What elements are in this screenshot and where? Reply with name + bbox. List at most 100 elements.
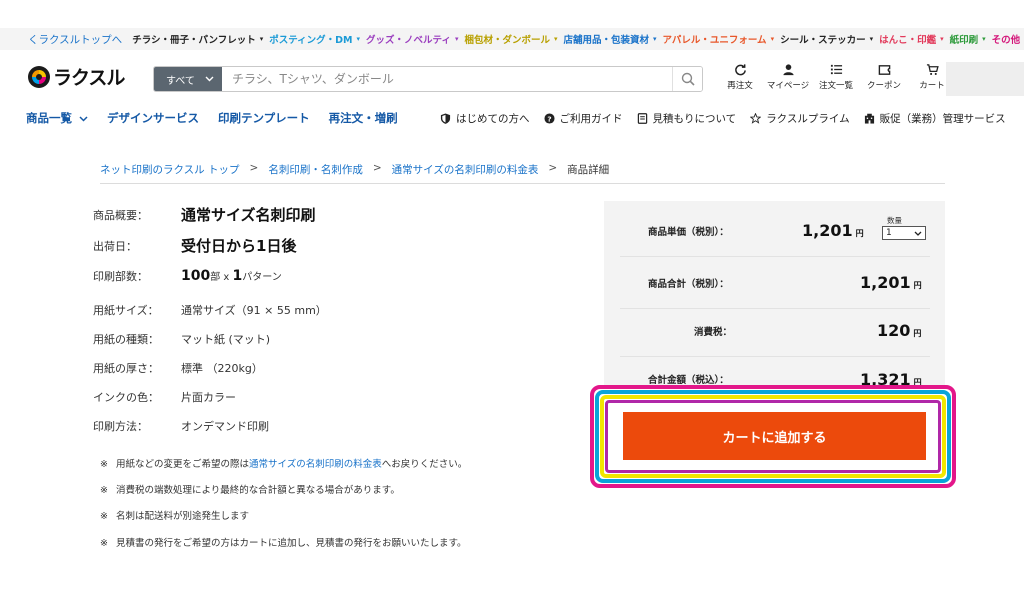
detail-label: インクの色：: [93, 391, 159, 404]
nav-design-service[interactable]: デザインサービス: [107, 110, 199, 126]
nav-business-label: 販促（業務）管理サービス: [879, 112, 1006, 125]
chevron-down-icon: ▾: [869, 35, 874, 43]
category-link[interactable]: 店舗用品・包装資材: [564, 32, 650, 46]
nav-secondary: はじめての方へ ? ご利用ガイド 見積もりについて ラクスルプライム 販促（業務…: [440, 111, 1020, 126]
breadcrumb-top[interactable]: ネット印刷のラクスル トップ: [100, 162, 240, 177]
note-text: へお戻りください。: [381, 459, 468, 470]
detail-row-size: 用紙サイズ： 通常サイズ（91 × 55 mm）: [93, 302, 327, 318]
category-link[interactable]: アパレル・ユニフォーム: [663, 32, 767, 46]
list-icon: [830, 64, 842, 75]
main-nav: 商品一覧 デザインサービス 印刷テンプレート 再注文・増刷 はじめての方へ ? …: [0, 107, 1024, 129]
breadcrumb-separator: >: [372, 162, 382, 174]
quantity-group: 数量 1: [882, 215, 926, 240]
reorder-button[interactable]: 再注文: [716, 63, 764, 91]
back-to-top-link[interactable]: くラクスルトップへ: [28, 32, 122, 47]
note-mark: ※: [100, 459, 108, 470]
copies-value: 100部 x 1パターン: [181, 268, 282, 284]
nav-first-time[interactable]: はじめての方へ: [440, 111, 530, 126]
order-list-label: 注文一覧: [818, 81, 853, 91]
yen-unit: 円: [913, 281, 922, 290]
detail-row-paper-type: 用紙の種類： マット紙 (マット): [93, 331, 270, 347]
search-icon: [681, 72, 695, 86]
nav-print-template[interactable]: 印刷テンプレート: [218, 110, 310, 126]
chevron-down-icon: ▾: [454, 35, 459, 43]
unit-price-number: 1,201: [802, 221, 853, 240]
breadcrumb-price-table[interactable]: 通常サイズの名刺印刷の料金表: [392, 162, 539, 177]
logo-mark-icon: [28, 65, 50, 88]
breadcrumb-separator: >: [548, 162, 558, 174]
order-list-button[interactable]: 注文一覧: [812, 63, 860, 91]
category-link[interactable]: 梱包材・ダンボール: [464, 32, 550, 46]
detail-row-copies: 印刷部数： 100部 x 1パターン: [93, 268, 282, 284]
nav-guide[interactable]: ? ご利用ガイド: [543, 111, 623, 126]
category-link[interactable]: ポスティング・DM: [269, 32, 352, 46]
detail-row-thickness: 用紙の厚さ： 標準 （220kg）: [93, 360, 263, 376]
category-link[interactable]: グッズ・ノベルティ: [366, 32, 451, 46]
detail-row-overview: 商品概要： 通常サイズ名刺印刷: [93, 204, 316, 225]
category-link[interactable]: その他: [992, 32, 1021, 46]
detail-label: 用紙サイズ：: [93, 304, 159, 317]
total-label: 合計金額（税込）：: [648, 375, 729, 386]
document-icon: [637, 112, 647, 124]
search-input[interactable]: [222, 67, 672, 91]
logo[interactable]: ラクスル: [28, 63, 125, 90]
detail-label: 印刷方法：: [93, 420, 148, 433]
nav-products[interactable]: 商品一覧: [26, 110, 88, 126]
site-header: ラクスル すべて 再注文 マイページ 注文一覧 クーポン カー: [0, 56, 1024, 100]
header-actions: 再注文 マイページ 注文一覧 クーポン カート: [716, 63, 956, 91]
nav-business[interactable]: 販促（業務）管理サービス: [864, 111, 1006, 126]
tax-value: 120 円: [877, 321, 921, 340]
category-link[interactable]: チラシ・冊子・パンフレット: [132, 32, 256, 46]
chevron-down-icon: ▾: [553, 35, 558, 43]
search-button[interactable]: [672, 67, 702, 91]
category-bar: くラクスルトップへ チラシ・冊子・パンフレット ▾ ポスティング・DM ▾ グッズ・ノベ…: [0, 28, 1024, 50]
note-item: ※ 見積書の発行をご希望の方はカートに追加し、見積書の発行をお願いいたします。: [100, 535, 467, 549]
quantity-select[interactable]: 1: [882, 226, 926, 240]
category-link[interactable]: シール・ステッカー: [780, 32, 866, 46]
category-link[interactable]: はんこ・印鑑: [879, 32, 936, 46]
mypage-button[interactable]: マイページ: [764, 63, 812, 91]
star-icon: [750, 112, 762, 124]
detail-label: 商品概要：: [93, 208, 148, 222]
price-row-tax: 消費税： 120 円: [620, 305, 930, 357]
pattern-unit: パターン: [242, 272, 282, 283]
search-category-select[interactable]: すべて: [154, 67, 222, 91]
note-mark: ※: [100, 538, 108, 549]
pattern-number: 1: [232, 268, 243, 284]
yen-unit: 円: [913, 329, 922, 338]
note-item: ※ 名刺は配送料が別途発生します: [100, 508, 249, 522]
note-item: ※ 消費税の端数処理により最終的な合計額と異なる場合があります。: [100, 482, 400, 496]
nav-primary: 商品一覧 デザインサービス 印刷テンプレート 再注文・増刷: [0, 110, 417, 126]
breadcrumb-separator: >: [249, 162, 259, 174]
cart-icon: [926, 64, 939, 75]
coupon-icon: [878, 65, 890, 75]
nav-reorder[interactable]: 再注文・増刷: [329, 110, 398, 126]
breadcrumb-current: 商品詳細: [567, 164, 610, 176]
unit-price-value: 1,201 円: [802, 221, 864, 240]
account-placeholder[interactable]: [946, 62, 1024, 96]
note-item: ※ 用紙などの変更をご希望の際は通常サイズの名刺印刷の料金表へお戻りください。: [100, 456, 467, 470]
copies-number: 100: [181, 268, 211, 284]
breadcrumb-business-card[interactable]: 名刺印刷・名刺作成: [268, 162, 363, 177]
nav-prime[interactable]: ラクスルプライム: [750, 111, 850, 126]
paper-type-value: マット紙 (マット): [181, 333, 271, 346]
ink-value: 片面カラー: [181, 391, 236, 404]
category-link[interactable]: 紙印刷: [950, 32, 979, 46]
ship-date: 受付日から1日後: [181, 237, 297, 255]
user-icon: [782, 64, 794, 76]
method-value: オンデマンド印刷: [181, 420, 269, 433]
category-list: チラシ・冊子・パンフレット ▾ ポスティング・DM ▾ グッズ・ノベルティ ▾ 梱包材・ダン…: [132, 32, 1024, 46]
subtotal-number: 1,201: [860, 273, 911, 292]
chevron-down-icon: ▾: [770, 35, 775, 43]
price-table-link[interactable]: 通常サイズの名刺印刷の料金表: [249, 459, 382, 470]
svg-text:?: ?: [547, 114, 551, 123]
cart-label: カート: [919, 81, 945, 91]
nav-estimate[interactable]: 見積もりについて: [637, 111, 736, 126]
detail-label: 出荷日：: [93, 239, 137, 253]
coupon-button[interactable]: クーポン: [860, 63, 908, 91]
add-to-cart-button[interactable]: カートに追加する: [623, 412, 926, 460]
chevron-down-icon: ▾: [982, 35, 986, 43]
size-value: 通常サイズ（91 × 55 mm）: [181, 304, 327, 317]
chevron-down-icon: [205, 76, 214, 82]
note-text: 見積書の発行をご希望の方はカートに追加し、見積書の発行をお願いいたします。: [115, 538, 467, 549]
